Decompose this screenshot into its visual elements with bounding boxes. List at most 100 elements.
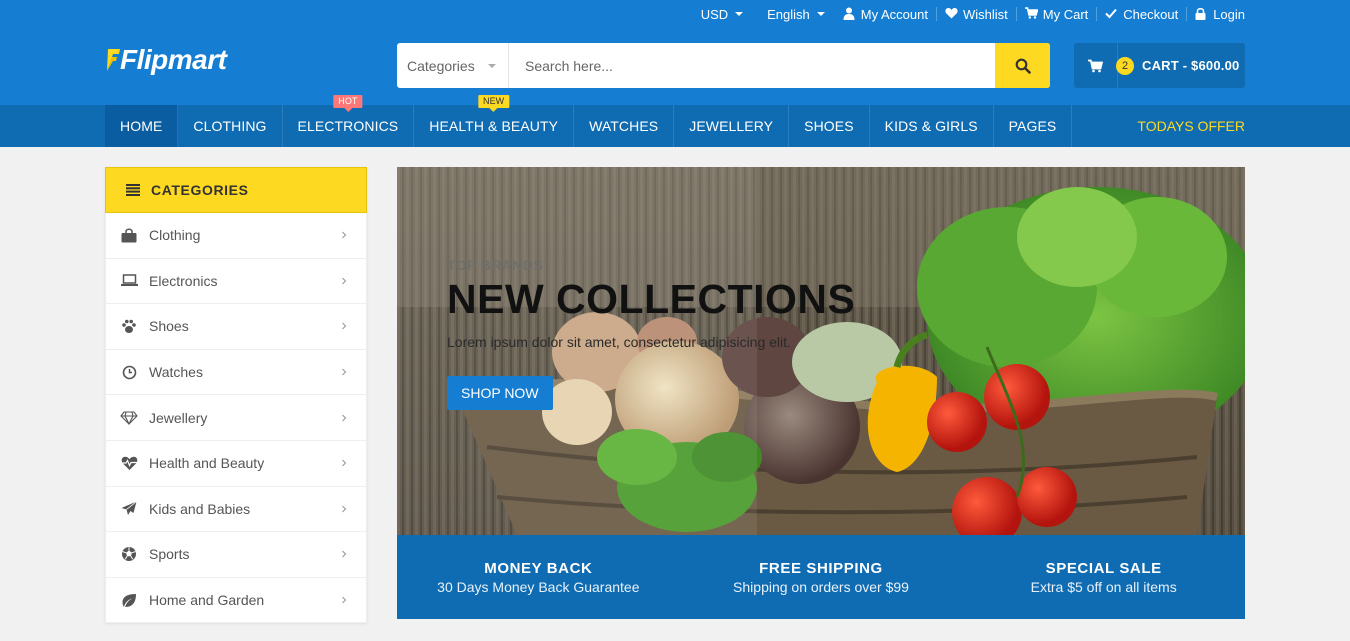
category-label: Home and Garden <box>149 592 265 609</box>
chevron-right-icon <box>342 414 347 422</box>
menu-icon <box>126 184 140 196</box>
nav-item-watches[interactable]: WATCHES <box>574 105 675 147</box>
cart-button[interactable]: 2 CART - $600.00 <box>1074 43 1245 88</box>
login-link[interactable]: Login <box>1187 0 1245 28</box>
user-icon <box>843 7 857 21</box>
chevron-right-icon <box>342 323 347 330</box>
todays-offer-link[interactable]: TODAYS OFFER <box>1137 105 1245 147</box>
info-title: FREE SHIPPING <box>759 559 883 577</box>
nav-item-clothing[interactable]: CLOTHING <box>178 105 283 147</box>
search-category-dropdown[interactable]: Categories <box>397 43 509 88</box>
leaf-icon <box>120 591 138 609</box>
nav-label: PAGES <box>1008 118 1057 134</box>
nav-item-home[interactable]: HOME <box>105 105 179 147</box>
search-button[interactable] <box>995 43 1050 88</box>
heartbeat-icon <box>120 454 138 472</box>
search-bar: Categories <box>397 43 1050 88</box>
info-subtitle: Extra $5 off on all items <box>1030 578 1177 595</box>
logo-text: Flipmart <box>120 44 227 75</box>
currency-label: USD <box>700 6 729 22</box>
categories-title: CATEGORIES <box>151 182 249 198</box>
nav-label: HOME <box>120 118 163 134</box>
info-free-shipping: FREE SHIPPING Shipping on orders over $9… <box>680 535 963 619</box>
hero-slider: TOP BRANDS NEW COLLECTIONS Lorem ipsum d… <box>397 167 1245 535</box>
check-icon <box>1105 7 1119 21</box>
category-home-garden[interactable]: Home and Garden <box>105 577 367 624</box>
search-icon <box>1015 58 1031 74</box>
category-watches[interactable]: Watches <box>105 349 367 396</box>
checkout-label: Checkout <box>1123 6 1179 22</box>
chevron-right-icon <box>342 505 347 513</box>
category-label: Shoes <box>149 318 189 335</box>
category-electronics[interactable]: Electronics <box>105 258 367 305</box>
info-title: SPECIAL SALE <box>1045 559 1162 577</box>
logo-mark-icon <box>105 47 120 73</box>
language-dropdown[interactable]: English <box>753 0 835 28</box>
my-cart-label: My Cart <box>1042 6 1089 22</box>
my-account-label: My Account <box>860 6 928 22</box>
shop-now-button[interactable]: SHOP NOW <box>447 376 553 410</box>
search-input[interactable] <box>509 43 995 88</box>
category-label: Health and Beauty <box>149 455 265 472</box>
nav-menu: HOME CLOTHING HOT ELECTRONICS NEW HEALTH… <box>105 95 1073 147</box>
info-special-sale: SPECIAL SALE Extra $5 off on all items <box>962 535 1245 619</box>
currency-dropdown[interactable]: USD <box>693 0 753 28</box>
nav-label: CLOTHING <box>193 118 267 134</box>
hero-title: NEW COLLECTIONS <box>447 276 856 322</box>
wishlist-link[interactable]: Wishlist <box>937 0 1016 28</box>
info-money-back: MONEY BACK 30 Days Money Back Guarantee <box>397 535 680 619</box>
category-label: Clothing <box>149 227 201 244</box>
main-navigation: HOME CLOTHING HOT ELECTRONICS NEW HEALTH… <box>0 95 1350 147</box>
diamond-icon <box>120 409 138 427</box>
chevron-right-icon <box>342 596 347 604</box>
nav-label: HEALTH & BEAUTY <box>429 118 559 134</box>
nav-item-pages[interactable]: PAGES <box>994 105 1073 147</box>
cart-count-badge: 2 <box>1116 56 1134 75</box>
hero-eyebrow: TOP BRANDS <box>447 257 544 273</box>
nav-item-health-beauty[interactable]: NEW HEALTH & BEAUTY <box>414 95 575 147</box>
category-jewellery[interactable]: Jewellery <box>105 395 367 441</box>
category-label: Jewellery <box>149 409 208 426</box>
nav-item-electronics[interactable]: HOT ELECTRONICS <box>283 95 415 147</box>
paw-icon <box>120 317 138 335</box>
checkout-link[interactable]: Checkout <box>1097 0 1186 28</box>
category-kids-babies[interactable]: Kids and Babies <box>105 486 367 533</box>
wishlist-label: Wishlist <box>962 6 1008 22</box>
category-shoes[interactable]: Shoes <box>105 304 367 350</box>
info-subtitle: Shipping on orders over $99 <box>733 578 909 595</box>
category-clothing[interactable]: Clothing <box>105 213 367 259</box>
site-header: USD English My Account Wishlist My Cart <box>0 0 1350 105</box>
nav-item-kids-girls[interactable]: KIDS & GIRLS <box>870 105 994 147</box>
laptop-icon <box>120 272 138 290</box>
chevron-right-icon <box>342 459 347 467</box>
chevron-right-icon <box>342 551 347 558</box>
lock-icon <box>1195 7 1209 21</box>
my-cart-link[interactable]: My Cart <box>1017 0 1097 28</box>
cart-label: CART - $600.00 <box>1142 58 1240 73</box>
paper-plane-icon <box>120 500 138 518</box>
cart-icon <box>1088 59 1103 72</box>
my-account-link[interactable]: My Account <box>835 0 936 28</box>
nav-item-jewellery[interactable]: JEWELLERY <box>674 105 790 147</box>
info-title: MONEY BACK <box>484 559 593 577</box>
nav-item-shoes[interactable]: SHOES <box>789 105 870 147</box>
chevron-right-icon <box>342 277 347 285</box>
chevron-down-icon <box>816 12 825 16</box>
category-label: Electronics <box>149 272 218 289</box>
info-subtitle: 30 Days Money Back Guarantee <box>437 578 640 595</box>
site-logo[interactable]: Flipmart <box>105 44 227 76</box>
category-sports[interactable]: Sports <box>105 532 367 578</box>
heart-icon <box>945 7 959 21</box>
soccer-ball-icon <box>120 545 138 563</box>
language-label: English <box>767 6 810 22</box>
chevron-right-icon <box>342 231 347 239</box>
chevron-right-icon <box>342 368 347 376</box>
clock-icon <box>120 363 138 381</box>
login-label: Login <box>1213 6 1245 22</box>
category-label: Watches <box>149 364 203 381</box>
category-health-beauty[interactable]: Health and Beauty <box>105 440 367 487</box>
search-category-label: Categories <box>407 57 475 74</box>
new-badge: NEW <box>477 95 510 112</box>
category-label: Sports <box>149 546 190 563</box>
hero-description: Lorem ipsum dolor sit amet, consectetur … <box>447 334 791 350</box>
